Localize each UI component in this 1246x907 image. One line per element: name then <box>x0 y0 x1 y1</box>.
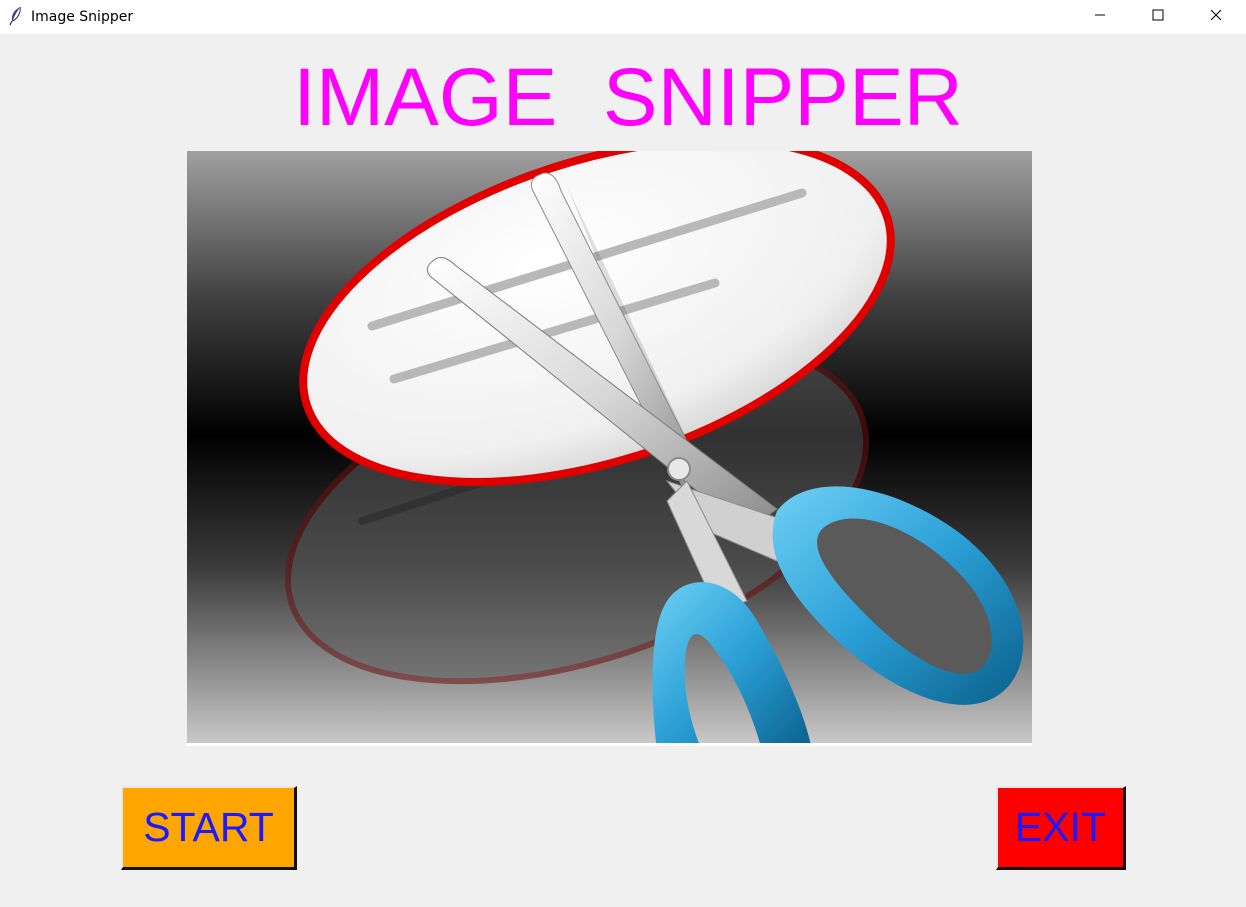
title-bar[interactable]: Image Snipper <box>0 0 1246 34</box>
exit-button[interactable]: EXIT <box>996 786 1126 870</box>
minimize-button[interactable] <box>1071 0 1129 34</box>
maximize-icon <box>1152 8 1164 26</box>
close-icon <box>1210 8 1222 26</box>
minimize-icon <box>1094 8 1106 26</box>
maximize-button[interactable] <box>1129 0 1187 34</box>
feather-icon <box>8 6 24 26</box>
close-button[interactable] <box>1187 0 1245 34</box>
window-title: Image Snipper <box>31 9 134 25</box>
snipping-tool-image <box>187 151 1032 746</box>
app-window: Image Snipper IMAGE SNIPPER START EXIT <box>0 0 1246 907</box>
start-button[interactable]: START <box>121 786 297 870</box>
page-title: IMAGE SNIPPER <box>293 52 963 143</box>
scissors-icon <box>187 151 1032 743</box>
